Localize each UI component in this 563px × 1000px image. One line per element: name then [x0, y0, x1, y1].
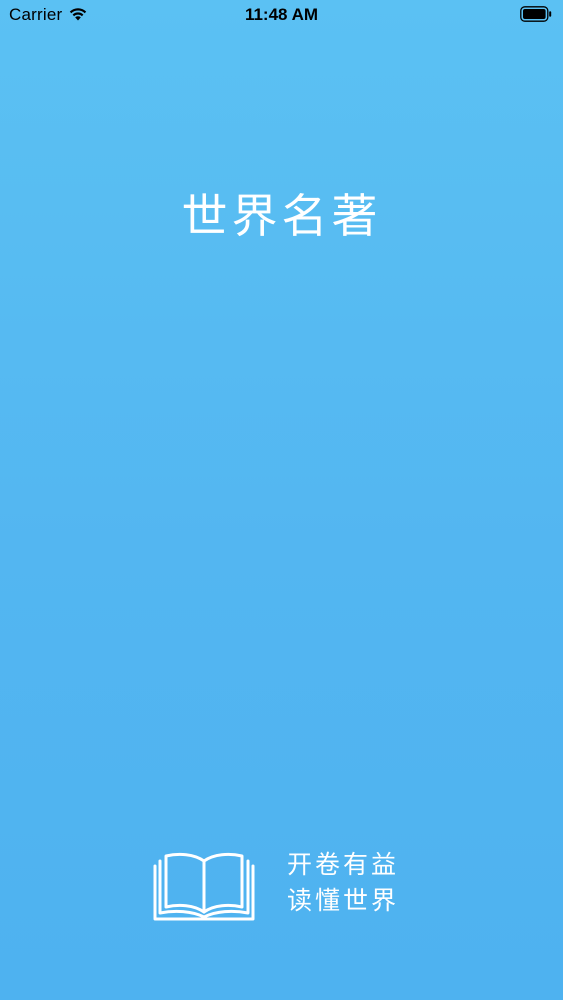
- slogan-line-2: 读懂世界: [287, 886, 400, 915]
- open-book-icon: [153, 852, 255, 921]
- slogan-line-1: 开卷有益: [287, 850, 400, 879]
- battery-icon: [520, 6, 552, 22]
- status-bar: Carrier 11:48 AM: [0, 0, 563, 30]
- app-title: 世界名著: [181, 189, 382, 243]
- slogan: 开卷有益 读懂世界: [287, 847, 399, 919]
- splash-footer: 开卷有益 读懂世界: [150, 845, 430, 925]
- status-time: 11:48 AM: [244, 5, 319, 24]
